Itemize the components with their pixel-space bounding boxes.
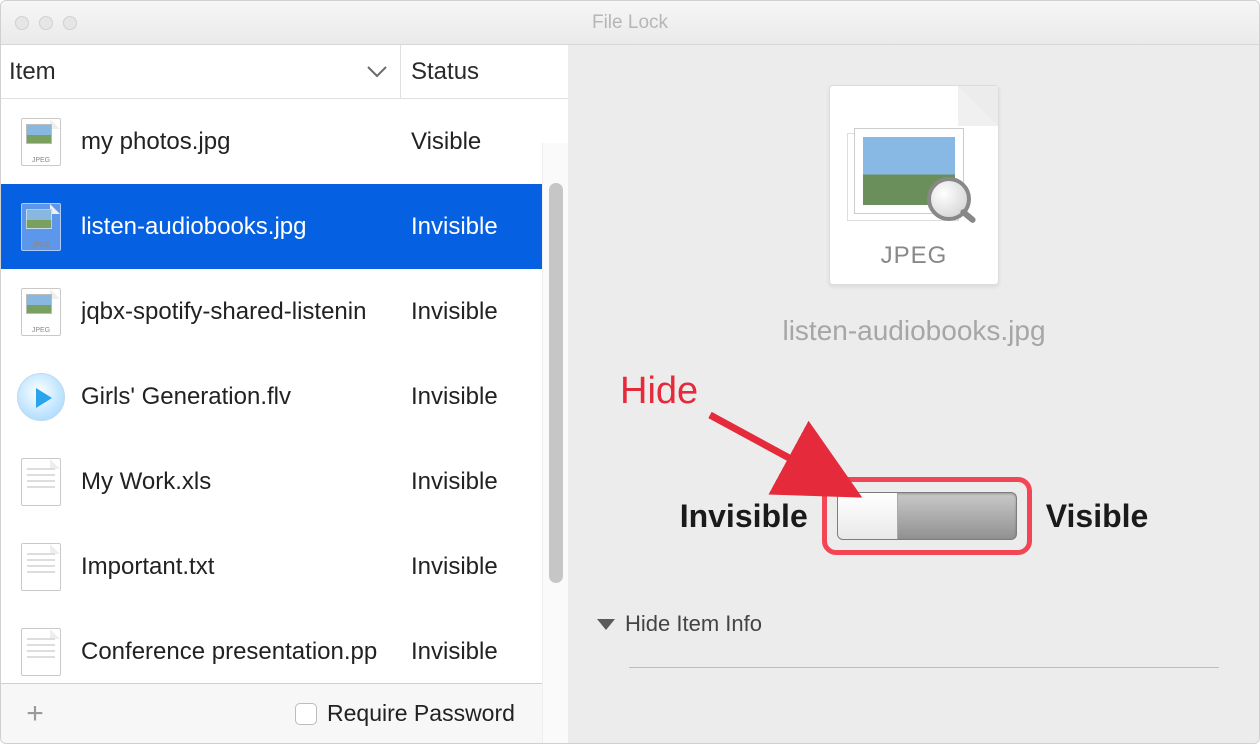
column-header-status[interactable]: Status xyxy=(401,45,568,98)
window-title: File Lock xyxy=(1,12,1259,34)
list-item[interactable]: Conference presentation.pp Invisible xyxy=(1,609,568,683)
file-name: listen-audiobooks.jpg xyxy=(81,213,401,241)
file-icon xyxy=(1,118,81,166)
annotation-highlight-box xyxy=(822,477,1032,555)
column-headers: Item Status xyxy=(1,45,568,99)
invisible-label: Invisible xyxy=(680,498,808,535)
list-item[interactable]: listen-audiobooks.jpg Invisible xyxy=(1,184,568,269)
file-icon xyxy=(1,288,81,336)
file-icon xyxy=(1,543,81,591)
column-header-status-label: Status xyxy=(411,58,479,86)
file-type-label: JPEG xyxy=(830,242,998,270)
file-list-pane: Item Status my photos.jpg Visible xyxy=(1,45,569,743)
file-name: My Work.xls xyxy=(81,468,401,496)
chevron-down-icon xyxy=(366,58,388,86)
footer-bar: + Require Password xyxy=(1,683,568,743)
require-password-checkbox[interactable] xyxy=(295,703,317,725)
file-name: Conference presentation.pp xyxy=(81,638,401,666)
divider xyxy=(629,667,1219,668)
file-icon xyxy=(1,373,81,421)
visible-label: Visible xyxy=(1046,498,1149,535)
file-name: jqbx-spotify-shared-listenin xyxy=(81,298,401,326)
zoom-window-button[interactable] xyxy=(63,16,77,30)
titlebar: File Lock xyxy=(1,1,1259,45)
scrollbar[interactable] xyxy=(542,143,568,743)
require-password-option[interactable]: Require Password xyxy=(295,700,515,727)
list-item[interactable]: Important.txt Invisible xyxy=(1,524,568,609)
toggle-thumb[interactable] xyxy=(838,493,898,539)
file-list: my photos.jpg Visible listen-audiobooks.… xyxy=(1,99,568,683)
add-button[interactable]: + xyxy=(15,697,55,731)
file-icon xyxy=(1,628,81,676)
file-name: Girls' Generation.flv xyxy=(81,383,401,411)
hide-item-info-label: Hide Item Info xyxy=(625,611,762,637)
play-icon xyxy=(17,373,65,421)
file-preview-icon: JPEG xyxy=(829,85,999,285)
annotation-hide-label: Hide xyxy=(620,370,698,413)
column-header-item[interactable]: Item xyxy=(1,45,401,98)
selected-filename: listen-audiobooks.jpg xyxy=(569,315,1259,347)
list-item[interactable]: my photos.jpg Visible xyxy=(1,99,568,184)
visibility-toggle[interactable] xyxy=(837,492,1017,540)
require-password-label: Require Password xyxy=(327,700,515,727)
file-name: Important.txt xyxy=(81,553,401,581)
magnifier-icon xyxy=(927,177,971,221)
hide-item-info-toggle[interactable]: Hide Item Info xyxy=(597,611,1259,637)
window-controls xyxy=(15,16,77,30)
close-window-button[interactable] xyxy=(15,16,29,30)
file-icon xyxy=(1,203,81,251)
column-header-item-label: Item xyxy=(9,58,56,86)
list-item[interactable]: Girls' Generation.flv Invisible xyxy=(1,354,568,439)
minimize-window-button[interactable] xyxy=(39,16,53,30)
scrollbar-thumb[interactable] xyxy=(549,183,563,583)
file-icon xyxy=(1,458,81,506)
visibility-row: Invisible Visible xyxy=(569,477,1259,555)
file-name: my photos.jpg xyxy=(81,128,401,156)
list-item[interactable]: jqbx-spotify-shared-listenin Invisible xyxy=(1,269,568,354)
list-item[interactable]: My Work.xls Invisible xyxy=(1,439,568,524)
disclosure-triangle-icon xyxy=(597,619,615,630)
